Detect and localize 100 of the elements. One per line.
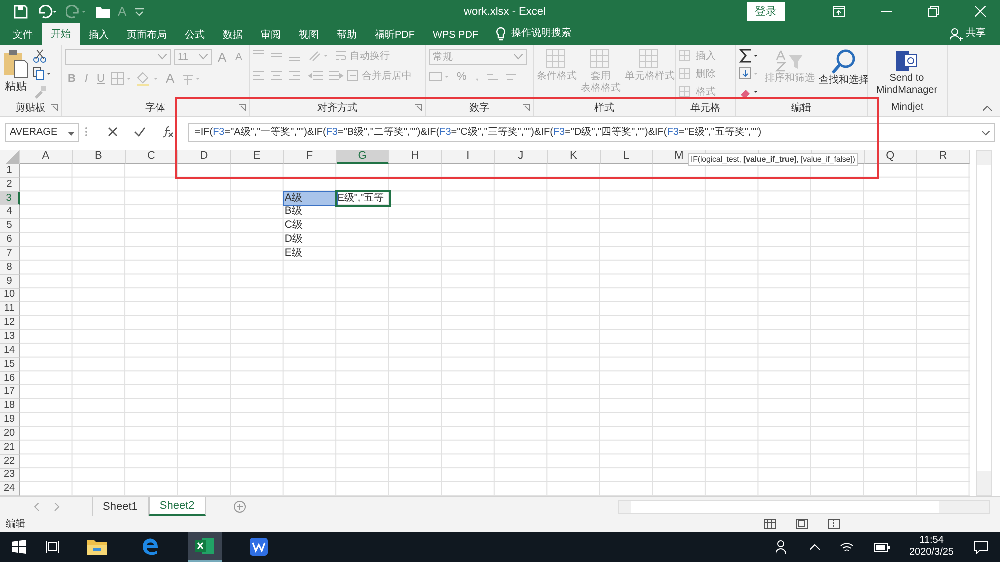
vertical-scrollbar[interactable]: [976, 150, 992, 496]
insert-function-icon[interactable]: [162, 126, 174, 138]
row-header[interactable]: 16: [0, 372, 20, 386]
column-header[interactable]: C: [126, 150, 178, 164]
sheet-tab[interactable]: Sheet1: [92, 497, 149, 516]
column-header[interactable]: F: [284, 150, 337, 164]
column-header[interactable]: A: [20, 150, 73, 164]
tray-chevron-icon[interactable]: [810, 544, 820, 550]
autosum-icon[interactable]: [739, 49, 761, 64]
row-header[interactable]: 12: [0, 316, 20, 330]
ribbon-display-icon[interactable]: [833, 6, 845, 18]
notification-icon[interactable]: [974, 540, 988, 554]
column-header[interactable]: K: [548, 150, 601, 164]
column-header[interactable]: L: [600, 150, 654, 164]
enter-check-icon[interactable]: [134, 127, 146, 138]
paste-button[interactable]: 粘贴: [3, 49, 29, 94]
task-view-icon[interactable]: [46, 540, 60, 554]
table-cell[interactable]: C级: [284, 219, 337, 234]
column-header[interactable]: R: [917, 150, 970, 164]
people-icon[interactable]: [776, 540, 790, 554]
row-header[interactable]: 19: [0, 413, 20, 427]
table-cell[interactable]: E级","五等: [336, 192, 390, 206]
fill-down-icon[interactable]: [739, 67, 761, 82]
dialog-launcher-icon[interactable]: [51, 104, 58, 112]
dialog-launcher-icon[interactable]: [239, 104, 246, 112]
copy-icon[interactable]: [33, 67, 51, 82]
find-select-button[interactable]: 查找和选择: [819, 75, 869, 87]
table-cell[interactable]: E级: [284, 247, 337, 261]
save-icon[interactable]: [14, 4, 28, 19]
row-header[interactable]: 3: [0, 192, 20, 206]
table-cell[interactable]: B级: [284, 205, 337, 220]
collapse-ribbon-icon[interactable]: [983, 106, 992, 112]
row-header[interactable]: 13: [0, 330, 20, 344]
send-to-mindmanager-button[interactable]: Send to MindManager: [871, 73, 943, 96]
undo-icon[interactable]: [36, 4, 58, 19]
row-header[interactable]: 22: [0, 454, 20, 468]
row-header[interactable]: 18: [0, 399, 20, 414]
table-cell[interactable]: D级: [284, 233, 337, 247]
column-header[interactable]: Q: [864, 150, 918, 164]
tell-me-search[interactable]: 操作说明搜索: [512, 26, 572, 40]
column-header[interactable]: J: [495, 150, 548, 164]
dialog-launcher-icon[interactable]: [415, 104, 422, 112]
column-header[interactable]: H: [389, 150, 442, 164]
minimize-icon[interactable]: [881, 10, 892, 13]
row-header[interactable]: 17: [0, 385, 20, 400]
menu-tab[interactable]: 页面布局: [118, 25, 176, 46]
normal-view-icon[interactable]: [764, 519, 776, 530]
menu-tab[interactable]: 福昕PDF: [366, 25, 424, 46]
column-header[interactable]: G: [336, 150, 390, 164]
name-box[interactable]: AVERAGE: [5, 122, 79, 142]
column-header[interactable]: B: [72, 150, 126, 164]
add-sheet-icon[interactable]: [234, 500, 246, 513]
cancel-icon[interactable]: [108, 127, 118, 138]
row-header[interactable]: 7: [0, 247, 20, 261]
menu-tab[interactable]: 数据: [214, 25, 252, 46]
column-header[interactable]: I: [442, 150, 496, 164]
column-header[interactable]: D: [178, 150, 232, 164]
column-header[interactable]: E: [231, 150, 284, 164]
restore-icon[interactable]: [928, 6, 939, 18]
formula-input[interactable]: =IF(F3="A级","一等奖","")&IF(F3="B级","二等奖","")&IF(F3="C级","三等奖","")&IF(F3="D级","四等奖","")&IF(F3="E级","五等奖",""): [188, 122, 995, 142]
wifi-icon[interactable]: [840, 541, 854, 554]
clock-time[interactable]: 11:54: [920, 535, 944, 548]
row-header[interactable]: 5: [0, 219, 20, 234]
row-header[interactable]: 1: [0, 164, 20, 178]
page-break-icon[interactable]: [828, 519, 840, 530]
menu-tab[interactable]: 开始: [42, 23, 80, 46]
menu-tab[interactable]: 公式: [176, 25, 214, 46]
close-icon[interactable]: [975, 6, 986, 18]
row-header[interactable]: 11: [0, 302, 20, 316]
scissors-icon[interactable]: [33, 49, 47, 64]
row-header[interactable]: 21: [0, 440, 20, 455]
clock-date[interactable]: 2020/3/25: [910, 547, 954, 560]
row-header[interactable]: 6: [0, 233, 20, 247]
customize-caret-icon[interactable]: [134, 8, 144, 16]
row-header[interactable]: 2: [0, 178, 20, 192]
row-header[interactable]: 24: [0, 482, 20, 496]
horizontal-scrollbar[interactable]: [618, 500, 990, 514]
menu-tab[interactable]: 视图: [290, 25, 328, 46]
row-header[interactable]: 23: [0, 468, 20, 482]
row-header[interactable]: 15: [0, 358, 20, 372]
share-person-icon[interactable]: [950, 28, 963, 42]
windows-start-icon[interactable]: [12, 540, 26, 554]
menu-tab[interactable]: WPS PDF: [424, 25, 488, 46]
row-header[interactable]: 10: [0, 288, 20, 302]
sheet-tab[interactable]: Sheet2: [148, 497, 206, 516]
dropdown-caret-icon[interactable]: [68, 132, 75, 136]
row-header[interactable]: 14: [0, 344, 20, 358]
row-header[interactable]: 4: [0, 205, 20, 220]
share-label[interactable]: 共享: [966, 26, 986, 40]
menu-tab[interactable]: 帮助: [328, 25, 366, 46]
menu-tab[interactable]: 审阅: [252, 25, 290, 46]
expand-formula-icon[interactable]: [982, 130, 990, 136]
row-header[interactable]: 9: [0, 274, 20, 289]
menu-tab[interactable]: 插入: [80, 25, 118, 46]
page-layout-icon[interactable]: [796, 519, 808, 530]
table-cell[interactable]: A级: [284, 192, 337, 206]
menu-tab[interactable]: 文件: [4, 25, 42, 46]
battery-icon[interactable]: [874, 542, 890, 552]
row-header[interactable]: 20: [0, 426, 20, 441]
folder-icon[interactable]: [96, 6, 110, 18]
